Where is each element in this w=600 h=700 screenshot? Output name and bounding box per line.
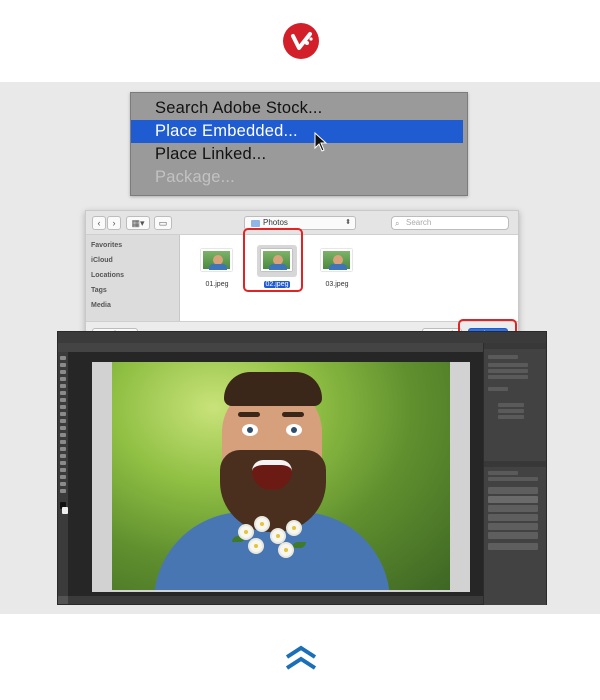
file-item-01[interactable]: [197, 245, 237, 277]
page: Search Adobe Stock... Place Embedded... …: [0, 0, 600, 700]
sidebar-item-icloud[interactable]: iCloud: [91, 257, 113, 264]
placed-photo[interactable]: [112, 362, 450, 590]
sidebar-item-media[interactable]: Media: [91, 302, 111, 309]
new-folder-button[interactable]: ▭: [154, 216, 172, 230]
image-thumbnail: [201, 249, 232, 271]
brand-logo-icon: [283, 23, 319, 59]
sidebar-item-tags[interactable]: Tags: [91, 287, 107, 294]
menu-item-package: Package...: [155, 168, 235, 186]
chevron-left-icon: ‹: [97, 218, 101, 228]
grid-icon: ▦▾: [131, 218, 145, 228]
tools-panel: [58, 352, 68, 596]
dialog-sidebar: Favorites iCloud Locations Tags Media: [86, 235, 180, 321]
mouse-pointer-icon: [314, 132, 328, 152]
forward-button[interactable]: ›: [107, 216, 121, 230]
place-context-menu: Search Adobe Stock... Place Embedded... …: [130, 92, 468, 196]
document-tabs: [58, 343, 483, 352]
sidebar-item-locations[interactable]: Locations: [91, 272, 124, 279]
folder-icon: [251, 220, 260, 227]
menu-item-place-linked[interactable]: Place Linked...: [131, 143, 463, 166]
options-bar: [58, 332, 546, 343]
updown-chevron-icon: ⬍: [345, 219, 351, 226]
search-icon: ⌕: [395, 219, 400, 228]
menu-item-place-embedded[interactable]: Place Embedded...: [131, 120, 463, 143]
selected-file-highlight: [243, 228, 303, 292]
photoshop-window: [57, 331, 547, 605]
sidebar-item-favorites[interactable]: Favorites: [91, 242, 122, 249]
document-canvas[interactable]: [68, 352, 483, 600]
search-input[interactable]: ⌕ Search: [391, 216, 509, 230]
chevron-right-icon: ›: [112, 218, 116, 228]
file-name: 03.jpeg: [325, 281, 349, 288]
image-thumbnail: [321, 249, 352, 271]
file-item-03[interactable]: [317, 245, 357, 277]
file-name: 01.jpeg: [205, 281, 229, 288]
double-chevron-up-icon[interactable]: [284, 645, 318, 671]
back-button[interactable]: ‹: [92, 216, 106, 230]
artboard: [92, 362, 470, 592]
status-bar: [68, 596, 483, 604]
folder-icon: ▭: [158, 218, 168, 228]
right-panels: [483, 343, 546, 605]
file-browser: 01.jpeg 02.jpeg 03.jpeg: [180, 235, 518, 321]
menu-item-search-adobe-stock[interactable]: Search Adobe Stock...: [131, 97, 463, 120]
view-mode-button[interactable]: ▦▾: [126, 216, 150, 230]
